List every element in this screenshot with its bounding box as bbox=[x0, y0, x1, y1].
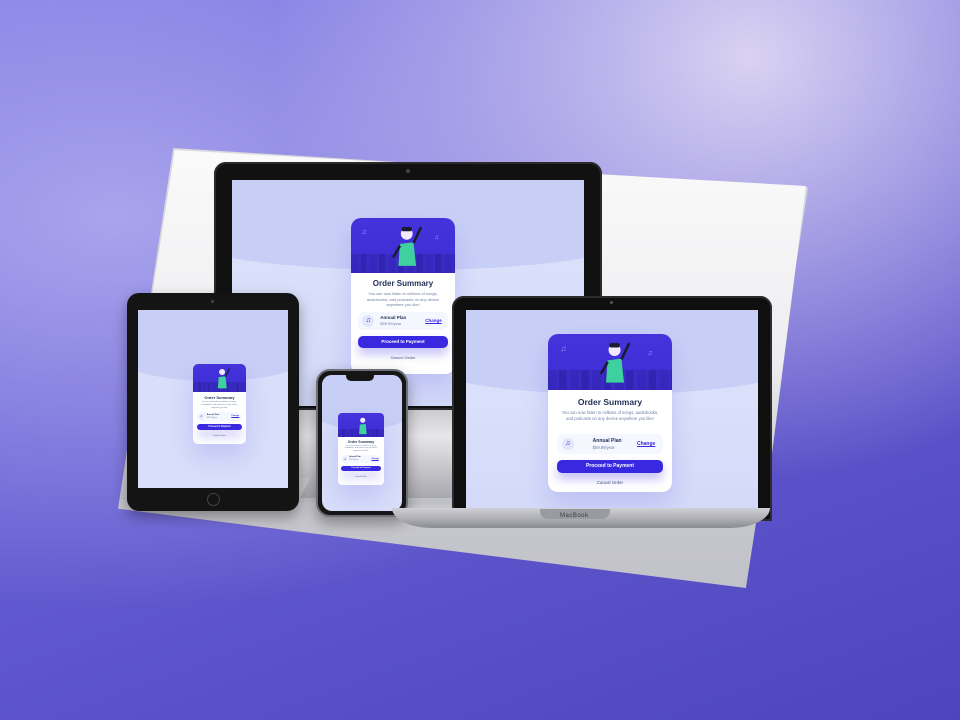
music-note-icon: ♫ bbox=[434, 234, 439, 241]
music-note-icon: ♫ bbox=[361, 229, 367, 236]
plan-name: Annual Plan bbox=[206, 413, 220, 416]
music-note-icon: ♫ bbox=[198, 414, 204, 419]
dancer-illustration bbox=[392, 226, 423, 267]
card-description: You can now listen to millions of songs,… bbox=[366, 291, 440, 307]
card-description: You can now listen to millions of songs,… bbox=[344, 445, 378, 452]
laptop-brand-label: MacBook bbox=[560, 513, 589, 519]
laptop-device: ♫ ♫ Order Summary You can now listen to … bbox=[452, 296, 772, 521]
phone-device: Order Summary You can now listen to mill… bbox=[316, 369, 408, 517]
card-title: Order Summary bbox=[577, 397, 643, 407]
order-summary-card: ♫ ♫ Order Summary You can now listen to … bbox=[351, 218, 455, 374]
order-summary-card: Order Summary You can now listen to mill… bbox=[338, 413, 384, 485]
cancel-order-button[interactable]: Cancel Order bbox=[351, 355, 455, 360]
card-description: You can now listen to millions of songs,… bbox=[201, 401, 238, 409]
hero-illustration bbox=[338, 413, 384, 437]
change-plan-link[interactable]: Change bbox=[231, 415, 239, 417]
card-title: Order Summary bbox=[204, 395, 235, 400]
music-note-icon: ♫ bbox=[362, 315, 375, 327]
device-mockup-scene: ♫ ♫ Order Summary You can now listen to … bbox=[0, 0, 960, 720]
home-button[interactable] bbox=[207, 493, 220, 506]
dancer-illustration bbox=[217, 368, 230, 389]
plan-price: $59.99/year bbox=[206, 416, 218, 419]
proceed-to-payment-button[interactable]: Proceed to Payment bbox=[196, 424, 243, 430]
cancel-order-button[interactable]: Cancel Order bbox=[193, 435, 246, 437]
hero-illustration: ♫ ♫ bbox=[351, 218, 455, 273]
tablet-device: Order Summary You can now listen to mill… bbox=[127, 293, 299, 511]
plan-name: Annual Plan bbox=[349, 456, 361, 458]
dancer-illustration bbox=[600, 343, 631, 384]
dancer-illustration bbox=[359, 417, 367, 435]
plan-name: Annual Plan bbox=[380, 315, 407, 320]
card-title: Order Summary bbox=[372, 279, 434, 288]
change-plan-link[interactable]: Change bbox=[637, 441, 655, 447]
plan-price: $59.99/year bbox=[349, 459, 359, 461]
plan-price: $59.99/year bbox=[380, 321, 402, 326]
change-plan-link[interactable]: Change bbox=[425, 318, 442, 323]
plan-box: ♫ Annual Plan $59.99/year Change bbox=[358, 312, 448, 330]
proceed-to-payment-button[interactable]: Proceed to Payment bbox=[358, 336, 448, 348]
music-note-icon: ♫ bbox=[561, 438, 574, 450]
webcam bbox=[211, 300, 214, 303]
card-description: You can now listen to millions of songs,… bbox=[561, 410, 659, 421]
hero-illustration: ♫ ♫ bbox=[548, 334, 672, 390]
webcam bbox=[610, 301, 613, 304]
plan-box: ♫ Annual Plan $59.99/year Change bbox=[196, 412, 243, 421]
webcam bbox=[406, 169, 410, 173]
music-note-icon: ♫ bbox=[343, 457, 348, 461]
proceed-to-payment-button[interactable]: Proceed to Payment bbox=[556, 460, 664, 473]
plan-box: ♫ Annual Plan $59.99/year Change bbox=[341, 455, 381, 463]
proceed-to-payment-button[interactable]: Proceed to Payment bbox=[341, 466, 381, 471]
laptop-screen: ♫ ♫ Order Summary You can now listen to … bbox=[466, 310, 758, 519]
cancel-order-button[interactable]: Cancel Order bbox=[548, 480, 672, 485]
card-title: Order Summary bbox=[347, 440, 375, 444]
music-note-icon: ♫ bbox=[560, 344, 567, 354]
plan-name: Annual Plan bbox=[592, 438, 622, 444]
phone-screen: Order Summary You can now listen to mill… bbox=[322, 375, 402, 511]
hero-illustration bbox=[193, 364, 246, 392]
music-note-icon: ♫ bbox=[647, 349, 653, 357]
cancel-order-button[interactable]: Cancel Order bbox=[338, 476, 384, 478]
change-plan-link[interactable]: Change bbox=[371, 458, 378, 460]
plan-box: ♫ Annual Plan $59.99/year Change bbox=[556, 434, 664, 454]
tablet-screen: Order Summary You can now listen to mill… bbox=[138, 310, 288, 488]
phone-notch bbox=[346, 375, 374, 381]
order-summary-card: ♫ ♫ Order Summary You can now listen to … bbox=[548, 334, 672, 492]
order-summary-card: Order Summary You can now listen to mill… bbox=[193, 364, 246, 444]
plan-price: $59.99/year bbox=[592, 445, 615, 450]
